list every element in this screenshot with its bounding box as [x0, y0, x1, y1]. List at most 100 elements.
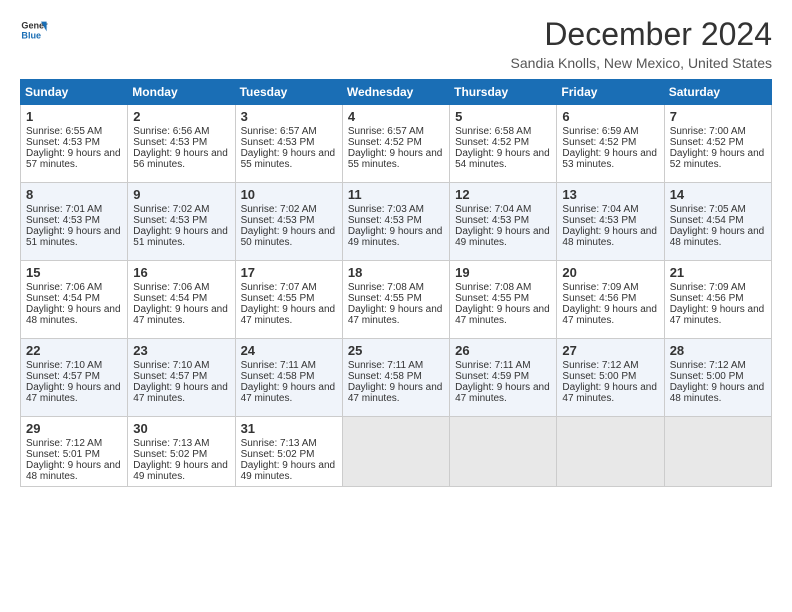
table-row: 31 Sunrise: 7:13 AM Sunset: 5:02 PM Dayl… [235, 417, 342, 487]
table-row: 28 Sunrise: 7:12 AM Sunset: 5:00 PM Dayl… [664, 339, 771, 417]
table-row: 24 Sunrise: 7:11 AM Sunset: 4:58 PM Dayl… [235, 339, 342, 417]
table-row: 21 Sunrise: 7:09 AM Sunset: 4:56 PM Dayl… [664, 261, 771, 339]
sunrise-text: Sunrise: 7:08 AM [455, 282, 531, 293]
sunset-text: Sunset: 4:55 PM [348, 293, 422, 304]
calendar-week-row: 8 Sunrise: 7:01 AM Sunset: 4:53 PM Dayli… [21, 183, 772, 261]
day-number: 20 [562, 265, 658, 280]
table-row: 6 Sunrise: 6:59 AM Sunset: 4:52 PM Dayli… [557, 105, 664, 183]
header-tuesday: Tuesday [235, 80, 342, 105]
sunset-text: Sunset: 5:02 PM [133, 449, 207, 460]
day-number: 18 [348, 265, 444, 280]
table-row: 15 Sunrise: 7:06 AM Sunset: 4:54 PM Dayl… [21, 261, 128, 339]
header-friday: Friday [557, 80, 664, 105]
day-number: 5 [455, 109, 551, 124]
table-row: 5 Sunrise: 6:58 AM Sunset: 4:52 PM Dayli… [450, 105, 557, 183]
day-number: 30 [133, 421, 229, 436]
header-sunday: Sunday [21, 80, 128, 105]
daylight-text: Daylight: 9 hours and 47 minutes. [348, 382, 443, 404]
daylight-text: Daylight: 9 hours and 55 minutes. [241, 148, 336, 170]
table-row: 14 Sunrise: 7:05 AM Sunset: 4:54 PM Dayl… [664, 183, 771, 261]
svg-text:Blue: Blue [21, 30, 41, 40]
day-number: 3 [241, 109, 337, 124]
sunrise-text: Sunrise: 7:02 AM [241, 204, 317, 215]
day-number: 26 [455, 343, 551, 358]
table-row: 17 Sunrise: 7:07 AM Sunset: 4:55 PM Dayl… [235, 261, 342, 339]
table-row: 26 Sunrise: 7:11 AM Sunset: 4:59 PM Dayl… [450, 339, 557, 417]
table-row: 8 Sunrise: 7:01 AM Sunset: 4:53 PM Dayli… [21, 183, 128, 261]
table-row: 30 Sunrise: 7:13 AM Sunset: 5:02 PM Dayl… [128, 417, 235, 487]
sunset-text: Sunset: 5:01 PM [26, 449, 100, 460]
daylight-text: Daylight: 9 hours and 49 minutes. [241, 460, 336, 482]
sunset-text: Sunset: 4:52 PM [455, 137, 529, 148]
sunrise-text: Sunrise: 6:57 AM [348, 126, 424, 137]
table-row: 2 Sunrise: 6:56 AM Sunset: 4:53 PM Dayli… [128, 105, 235, 183]
calendar-week-row: 15 Sunrise: 7:06 AM Sunset: 4:54 PM Dayl… [21, 261, 772, 339]
daylight-text: Daylight: 9 hours and 49 minutes. [455, 226, 550, 248]
table-row: 25 Sunrise: 7:11 AM Sunset: 4:58 PM Dayl… [342, 339, 449, 417]
sunset-text: Sunset: 4:53 PM [348, 215, 422, 226]
daylight-text: Daylight: 9 hours and 48 minutes. [670, 382, 765, 404]
table-row: 11 Sunrise: 7:03 AM Sunset: 4:53 PM Dayl… [342, 183, 449, 261]
daylight-text: Daylight: 9 hours and 47 minutes. [26, 382, 121, 404]
sunrise-text: Sunrise: 7:09 AM [670, 282, 746, 293]
day-number: 28 [670, 343, 766, 358]
header-saturday: Saturday [664, 80, 771, 105]
daylight-text: Daylight: 9 hours and 47 minutes. [562, 304, 657, 326]
sunset-text: Sunset: 5:00 PM [562, 371, 636, 382]
table-row: 16 Sunrise: 7:06 AM Sunset: 4:54 PM Dayl… [128, 261, 235, 339]
table-row: 1 Sunrise: 6:55 AM Sunset: 4:53 PM Dayli… [21, 105, 128, 183]
table-row: 13 Sunrise: 7:04 AM Sunset: 4:53 PM Dayl… [557, 183, 664, 261]
header-wednesday: Wednesday [342, 80, 449, 105]
table-row [664, 417, 771, 487]
table-row: 23 Sunrise: 7:10 AM Sunset: 4:57 PM Dayl… [128, 339, 235, 417]
day-number: 1 [26, 109, 122, 124]
logo: General Blue [20, 16, 48, 44]
table-row: 3 Sunrise: 6:57 AM Sunset: 4:53 PM Dayli… [235, 105, 342, 183]
day-number: 23 [133, 343, 229, 358]
daylight-text: Daylight: 9 hours and 47 minutes. [241, 382, 336, 404]
table-row: 4 Sunrise: 6:57 AM Sunset: 4:52 PM Dayli… [342, 105, 449, 183]
sunrise-text: Sunrise: 6:58 AM [455, 126, 531, 137]
daylight-text: Daylight: 9 hours and 47 minutes. [241, 304, 336, 326]
sunrise-text: Sunrise: 7:05 AM [670, 204, 746, 215]
sunset-text: Sunset: 4:53 PM [26, 215, 100, 226]
day-number: 2 [133, 109, 229, 124]
sunrise-text: Sunrise: 7:08 AM [348, 282, 424, 293]
table-row: 20 Sunrise: 7:09 AM Sunset: 4:56 PM Dayl… [557, 261, 664, 339]
day-number: 7 [670, 109, 766, 124]
sunset-text: Sunset: 4:53 PM [133, 137, 207, 148]
daylight-text: Daylight: 9 hours and 47 minutes. [348, 304, 443, 326]
day-number: 27 [562, 343, 658, 358]
day-number: 10 [241, 187, 337, 202]
sunset-text: Sunset: 4:52 PM [562, 137, 636, 148]
location: Sandia Knolls, New Mexico, United States [511, 55, 772, 71]
table-row: 18 Sunrise: 7:08 AM Sunset: 4:55 PM Dayl… [342, 261, 449, 339]
daylight-text: Daylight: 9 hours and 56 minutes. [133, 148, 228, 170]
day-number: 29 [26, 421, 122, 436]
calendar-week-row: 22 Sunrise: 7:10 AM Sunset: 4:57 PM Dayl… [21, 339, 772, 417]
day-number: 17 [241, 265, 337, 280]
sunset-text: Sunset: 4:53 PM [133, 215, 207, 226]
sunrise-text: Sunrise: 7:07 AM [241, 282, 317, 293]
table-row: 29 Sunrise: 7:12 AM Sunset: 5:01 PM Dayl… [21, 417, 128, 487]
sunset-text: Sunset: 4:53 PM [26, 137, 100, 148]
sunrise-text: Sunrise: 6:56 AM [133, 126, 209, 137]
page-header: General Blue December 2024 Sandia Knolls… [20, 16, 772, 71]
title-block: December 2024 Sandia Knolls, New Mexico,… [511, 16, 772, 71]
daylight-text: Daylight: 9 hours and 49 minutes. [348, 226, 443, 248]
sunrise-text: Sunrise: 6:55 AM [26, 126, 102, 137]
day-number: 24 [241, 343, 337, 358]
sunrise-text: Sunrise: 7:06 AM [26, 282, 102, 293]
sunset-text: Sunset: 4:53 PM [241, 137, 315, 148]
sunset-text: Sunset: 4:53 PM [562, 215, 636, 226]
day-number: 8 [26, 187, 122, 202]
daylight-text: Daylight: 9 hours and 48 minutes. [26, 304, 121, 326]
sunset-text: Sunset: 4:52 PM [670, 137, 744, 148]
day-number: 11 [348, 187, 444, 202]
sunrise-text: Sunrise: 7:12 AM [670, 360, 746, 371]
sunrise-text: Sunrise: 7:10 AM [133, 360, 209, 371]
sunset-text: Sunset: 5:00 PM [670, 371, 744, 382]
table-row: 7 Sunrise: 7:00 AM Sunset: 4:52 PM Dayli… [664, 105, 771, 183]
sunset-text: Sunset: 4:54 PM [26, 293, 100, 304]
sunset-text: Sunset: 4:55 PM [241, 293, 315, 304]
